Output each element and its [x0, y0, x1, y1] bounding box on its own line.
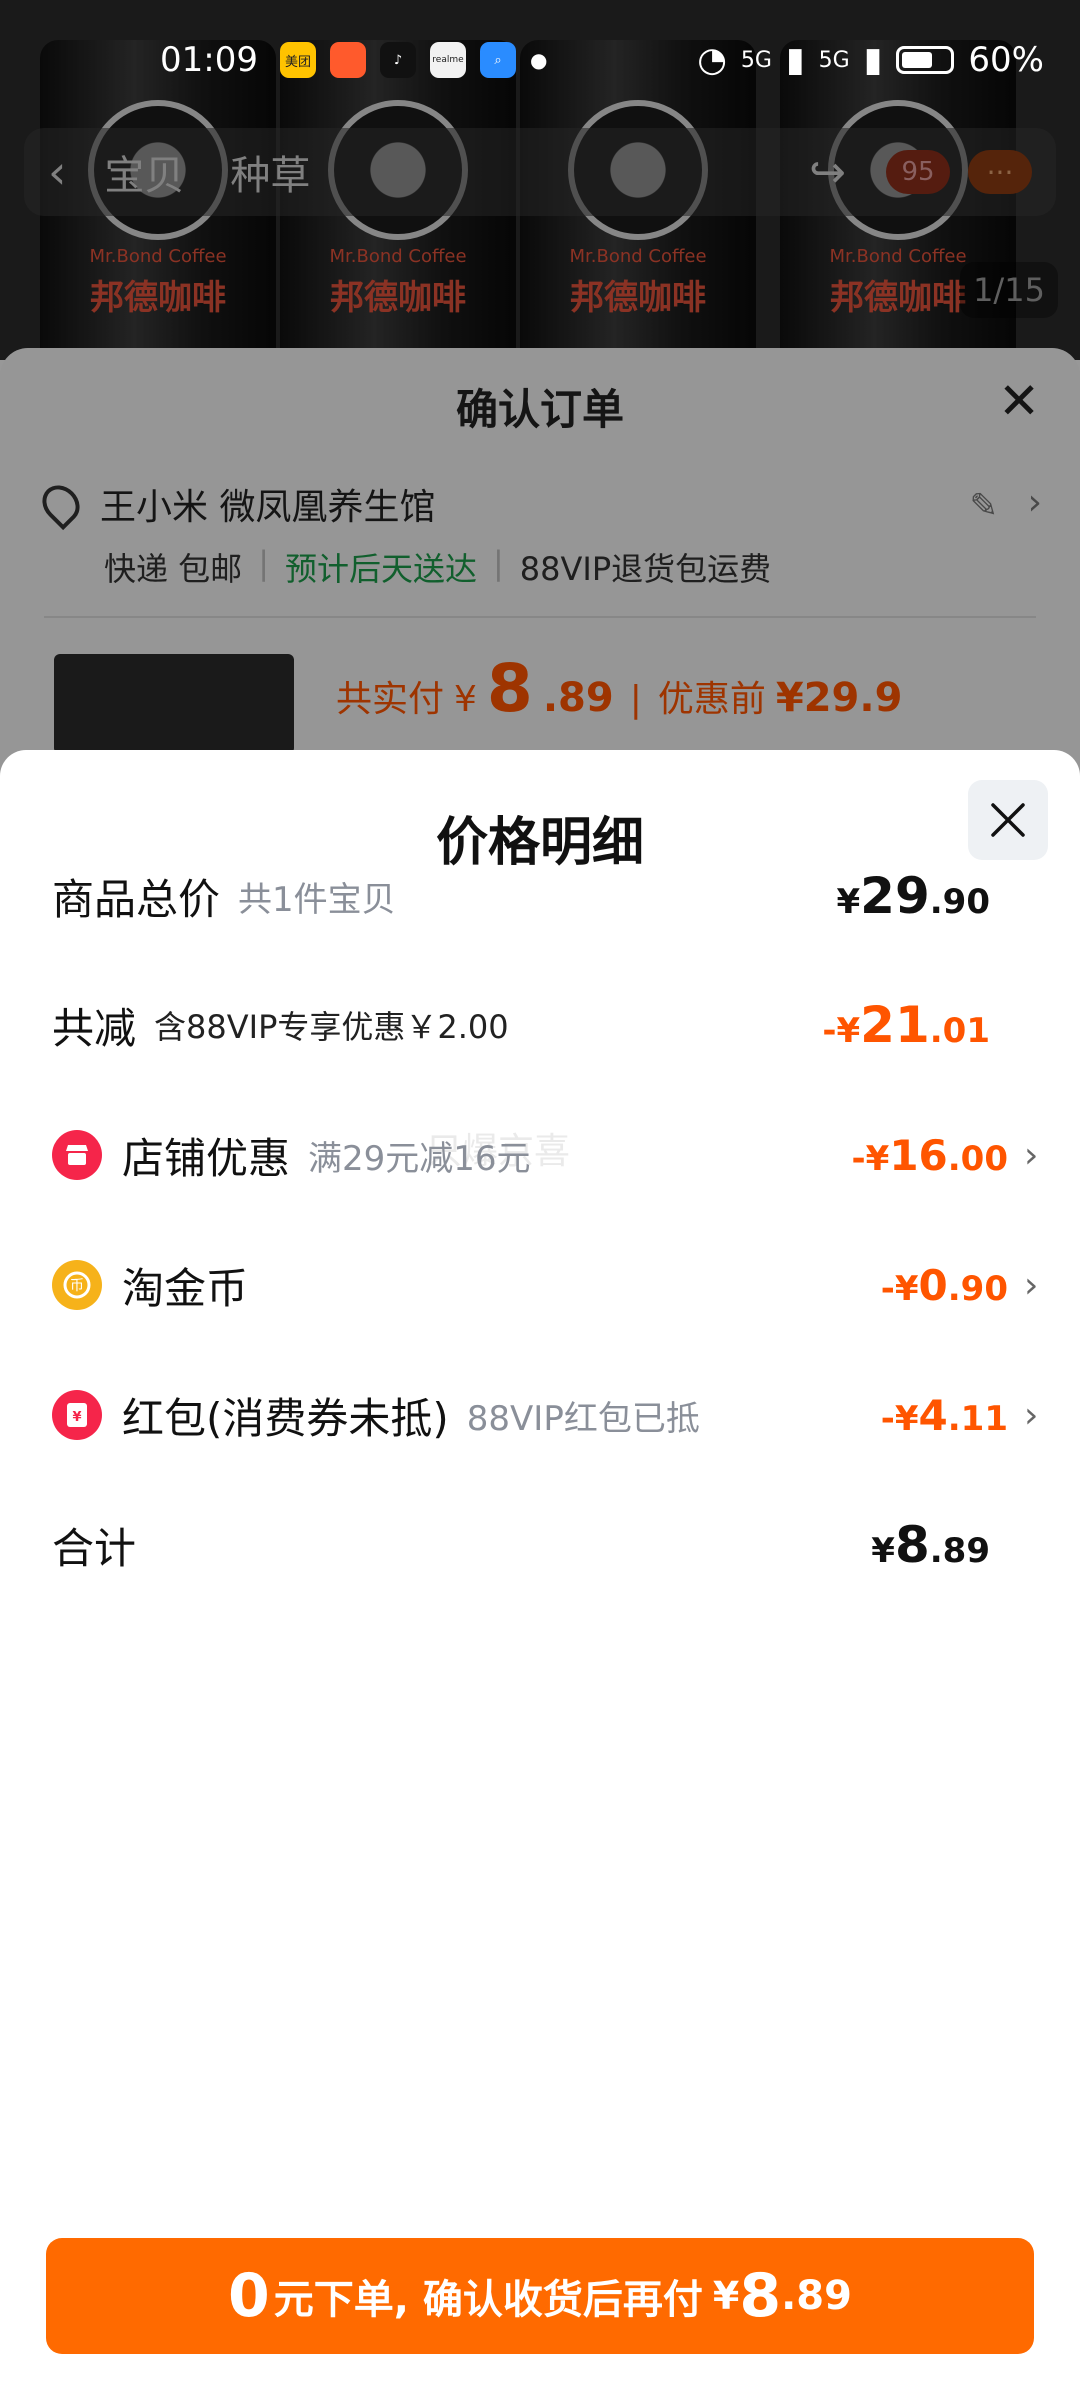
shop-discount-row[interactable]: 店铺优惠 满29元减16元 -¥ 16.00 › [52, 1110, 1044, 1200]
shop-discount-amount: -¥ 16.00 [851, 1130, 1008, 1180]
row-label: 商品总价 [52, 874, 221, 924]
row-label: 店铺优惠 [122, 1133, 291, 1183]
tiktok-icon: ♪ [379, 42, 416, 78]
price-detail-popup: 价格明细 只爆京喜 商品总价 共1件宝贝 ¥29.90 共减 含88VIP专享优… [0, 750, 1080, 2400]
goods-total-row: 商品总价 共1件宝贝 ¥29.90 [52, 851, 1044, 941]
status-bar: 01:09 美团 ♪ realme ⌕ ● ◔ 5G ▮ 5G ▮ 60% [0, 0, 1080, 120]
svg-text:币: 币 [70, 1278, 84, 1294]
coin-icon: 币 [52, 1260, 102, 1310]
realme-icon: realme [429, 42, 466, 78]
row-label: 红包(消费券未抵) [122, 1393, 449, 1443]
chevron-right-icon: › [1024, 1394, 1039, 1436]
row-sub: 满29元减16元 [308, 1138, 531, 1179]
close-icon [991, 803, 1025, 837]
close-button[interactable] [968, 780, 1048, 860]
search-app-icon: ⌕ [479, 42, 516, 78]
signal-icon: 5G [740, 47, 772, 73]
signal-bars-icon: ▮ [785, 40, 805, 80]
svg-text:¥: ¥ [72, 1410, 81, 1425]
row-sub: 共1件宝贝 [238, 879, 396, 920]
wifi-icon: ◔ [697, 40, 727, 80]
battery-percent: 60% [968, 40, 1044, 80]
taobao-coin-row[interactable]: 币 淘金币 -¥ 0.90 › [52, 1240, 1044, 1330]
notification-dot-icon: ● [529, 48, 548, 72]
battery-icon [896, 46, 955, 74]
red-packet-icon: ¥ [52, 1390, 102, 1440]
signal-bars-icon: ▮ [863, 40, 883, 80]
red-packet-row[interactable]: ¥ 红包(消费券未抵) 88VIP红包已抵 -¥ 4.11 › [52, 1370, 1044, 1460]
shop-icon [52, 1130, 102, 1180]
row-sub: 88VIP红包已抵 [466, 1398, 700, 1439]
meituan-icon: 美团 [279, 42, 316, 78]
row-sub: 含88VIP专享优惠￥2.00 [154, 1008, 509, 1046]
total-discount-amount: -¥ 21.01 [822, 996, 990, 1054]
coin-amount: -¥ 0.90 [880, 1260, 1008, 1310]
clock: 01:09 [160, 40, 258, 80]
chevron-right-icon: › [1024, 1264, 1039, 1306]
red-packet-amount: -¥ 4.11 [880, 1390, 1008, 1440]
place-order-button[interactable]: 0 元下单, 确认收货后再付 ¥8.89 [46, 2238, 1034, 2354]
row-label: 共减 [52, 1003, 137, 1053]
grand-total-amount: ¥8.89 [871, 1516, 990, 1574]
grand-total-row: 合计 ¥8.89 [52, 1500, 1044, 1590]
chevron-right-icon: › [1024, 1134, 1039, 1176]
app-icon [329, 42, 366, 78]
row-label: 淘金币 [122, 1263, 249, 1313]
goods-total-amount: ¥29.90 [836, 867, 991, 925]
total-discount-row: 共减 含88VIP专享优惠￥2.00 -¥ 21.01 [52, 980, 1044, 1070]
signal-icon: 5G [818, 47, 850, 73]
row-label: 合计 [52, 1523, 137, 1573]
